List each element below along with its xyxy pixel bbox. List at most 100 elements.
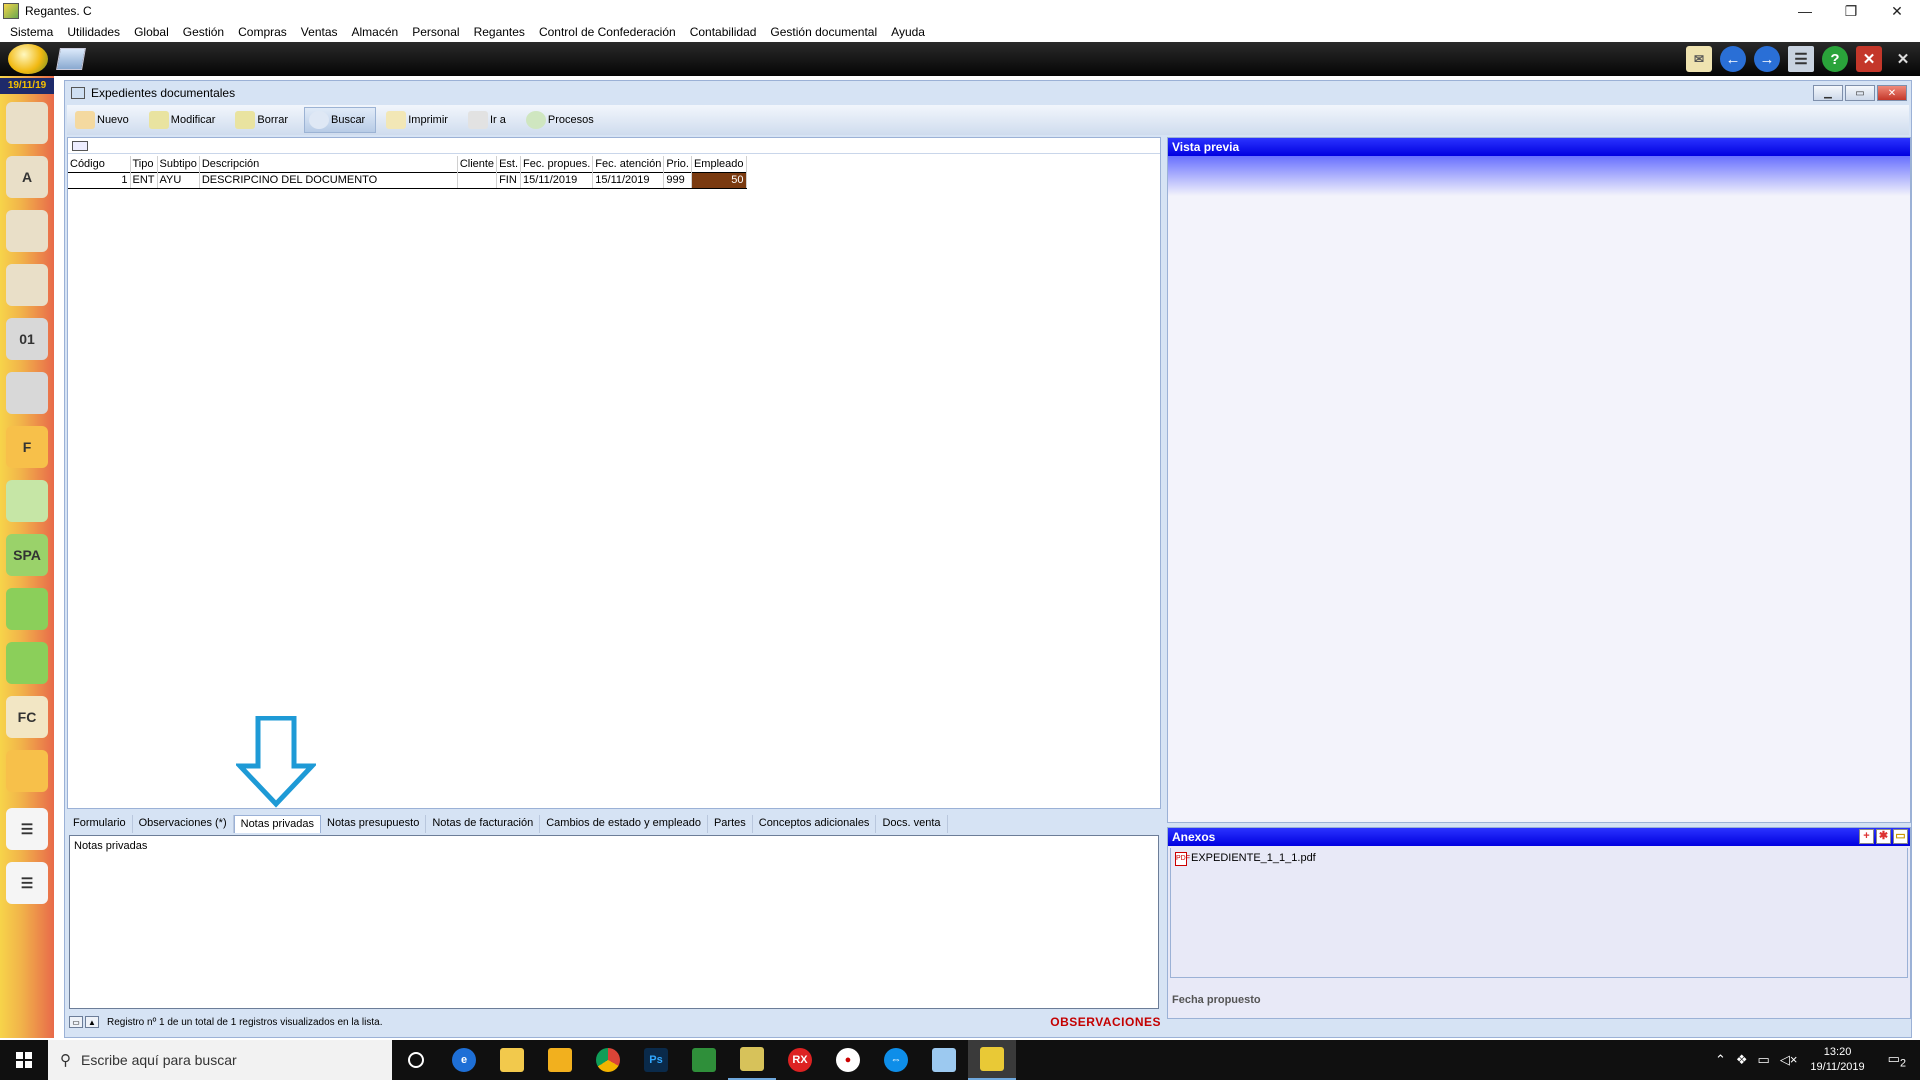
help-icon[interactable]: ? [1822, 46, 1848, 72]
col-estado[interactable]: Est. [496, 156, 522, 172]
invoice-f-icon[interactable]: F [6, 426, 48, 468]
ir-a-button[interactable]: Ir a [464, 107, 516, 133]
col-subtipo[interactable]: Subtipo [157, 156, 200, 172]
tab-cambios-estado[interactable]: Cambios de estado y empleado [540, 815, 708, 833]
app-logo-icon[interactable] [8, 44, 48, 74]
tab-partes[interactable]: Partes [707, 815, 753, 833]
close-button[interactable]: ✕ [1874, 0, 1920, 22]
file-explorer-app[interactable] [536, 1040, 584, 1080]
procesos-button[interactable]: Procesos [522, 107, 604, 133]
tab-formulario[interactable]: Formulario [67, 815, 133, 833]
tab-notas-privadas[interactable]: Notas privadas [233, 815, 321, 833]
col-tipo[interactable]: Tipo [130, 156, 158, 172]
task-view-button[interactable] [392, 1040, 440, 1080]
tab-notas-facturacion[interactable]: Notas de facturación [426, 815, 541, 833]
notifications-icon[interactable]: ▭2 [1888, 1051, 1906, 1070]
doc-maximize-button[interactable]: ▭ [1845, 85, 1875, 101]
grid-options-icon[interactable] [72, 140, 88, 151]
menu-contabilidad[interactable]: Contabilidad [683, 25, 764, 39]
tab-notas-presupuesto[interactable]: Notas presupuesto [321, 815, 427, 833]
edge-app[interactable]: e [440, 1040, 488, 1080]
modificar-button[interactable]: Modificar [145, 107, 226, 133]
start-button[interactable] [0, 1040, 48, 1080]
menu-almacen[interactable]: Almacén [345, 25, 406, 39]
col-empleado[interactable]: Empleado [691, 156, 747, 172]
menu-sistema[interactable]: Sistema [3, 25, 60, 39]
menu-utilidades[interactable]: Utilidades [60, 25, 127, 39]
col-codigo[interactable]: Código [68, 156, 131, 172]
bag-green-alt-icon[interactable] [6, 642, 48, 684]
tab-docs-venta[interactable]: Docs. venta [876, 815, 948, 833]
taskbar-search[interactable]: ⚲ Escribe aquí para buscar [48, 1040, 392, 1080]
user-a-icon[interactable]: A [6, 156, 48, 198]
menu-ventas[interactable]: Ventas [294, 25, 345, 39]
borrar-button[interactable]: Borrar [231, 107, 298, 133]
users-group-icon[interactable] [6, 102, 48, 144]
attachment-item[interactable]: EXPEDIENTE_1_1_1.pdf [1191, 852, 1316, 864]
explorer-notes-app[interactable] [488, 1040, 536, 1080]
menu-global[interactable]: Global [127, 25, 176, 39]
documents-icon[interactable] [56, 48, 86, 70]
doc-close-button[interactable]: ✕ [1877, 85, 1907, 101]
minimize-button[interactable]: — [1782, 0, 1828, 22]
fc-document-icon[interactable]: FC [6, 696, 48, 738]
forward-arrow-icon[interactable]: → [1754, 46, 1780, 72]
menu-gestion[interactable]: Gestión [176, 25, 231, 39]
list-document-icon[interactable]: ☰ [6, 808, 48, 850]
menu-regantes[interactable]: Regantes [467, 25, 532, 39]
menu-personal[interactable]: Personal [405, 25, 466, 39]
chrome-app[interactable] [584, 1040, 632, 1080]
spreadsheet-app[interactable] [680, 1040, 728, 1080]
tab-observaciones[interactable]: Observaciones (*) [132, 815, 234, 833]
red-app[interactable]: ● [824, 1040, 872, 1080]
exit-icon[interactable]: ✕ [1890, 46, 1916, 72]
dropbox-icon[interactable]: ❖ [1736, 1052, 1748, 1068]
database-01-icon[interactable]: 01 [6, 318, 48, 360]
database-edit-icon[interactable] [6, 372, 48, 414]
user-alt-icon[interactable] [6, 264, 48, 306]
clock[interactable]: 13:20 19/11/2019 [1810, 1045, 1864, 1075]
menu-gestion-documental[interactable]: Gestión documental [763, 25, 884, 39]
table-row[interactable]: 1 ENT AYU DESCRIPCINO DEL DOCUMENTO FIN … [68, 171, 747, 189]
chevron-up-icon[interactable]: ▲ [85, 1016, 99, 1028]
notas-privadas-textarea[interactable]: Notas privadas [69, 835, 1159, 1009]
col-cliente[interactable]: Cliente [457, 156, 498, 172]
col-prio[interactable]: Prio. [663, 156, 692, 172]
list-icon[interactable]: ☰ [1788, 46, 1814, 72]
sepa-icon[interactable]: SPA [6, 534, 48, 576]
nuevo-button[interactable]: Nuevo [71, 107, 139, 133]
teamviewer-app[interactable]: ⇔ [872, 1040, 920, 1080]
pencil-doc-icon[interactable] [6, 480, 48, 522]
add-attachment-icon[interactable]: + [1859, 829, 1874, 844]
menu-compras[interactable]: Compras [231, 25, 294, 39]
open-folder-icon[interactable]: ▭ [1893, 829, 1908, 844]
menu-control-confederacion[interactable]: Control de Confederación [532, 25, 683, 39]
restore-button[interactable]: ❐ [1828, 0, 1874, 22]
list-document-alt-icon[interactable]: ☰ [6, 862, 48, 904]
keyboard-icon[interactable]: ▭ [69, 1016, 83, 1028]
mail-icon[interactable]: ✉ [1686, 46, 1712, 72]
col-fec-propues[interactable]: Fec. propues. [520, 156, 594, 172]
regantes-app-1[interactable] [728, 1040, 776, 1080]
close-app-icon[interactable]: ✕ [1856, 46, 1882, 72]
bag-green-icon[interactable] [6, 588, 48, 630]
photoshop-app[interactable]: Ps [632, 1040, 680, 1080]
bag-orange-icon[interactable] [6, 750, 48, 792]
volume-icon[interactable]: ◁× [1780, 1052, 1798, 1068]
menu-ayuda[interactable]: Ayuda [884, 25, 932, 39]
back-arrow-icon[interactable]: ← [1720, 46, 1746, 72]
col-fec-atencion[interactable]: Fec. atención [592, 156, 665, 172]
observaciones-flag: OBSERVACIONES [1050, 1015, 1161, 1029]
network-icon[interactable]: ▭ [1758, 1052, 1770, 1068]
regantes-app-2[interactable] [968, 1040, 1016, 1080]
col-descripcion[interactable]: Descripción [199, 156, 458, 172]
notes-app[interactable] [920, 1040, 968, 1080]
user-icon[interactable] [6, 210, 48, 252]
buscar-button[interactable]: Buscar [303, 107, 377, 133]
imprimir-button[interactable]: Imprimir [382, 107, 458, 133]
doc-minimize-button[interactable]: ▁ [1813, 85, 1843, 101]
remove-attachment-icon[interactable]: ✱ [1876, 829, 1891, 844]
rx-app[interactable]: RX [776, 1040, 824, 1080]
tab-conceptos-adicionales[interactable]: Conceptos adicionales [752, 815, 877, 833]
chevron-up-icon[interactable]: ⌃ [1715, 1052, 1726, 1068]
